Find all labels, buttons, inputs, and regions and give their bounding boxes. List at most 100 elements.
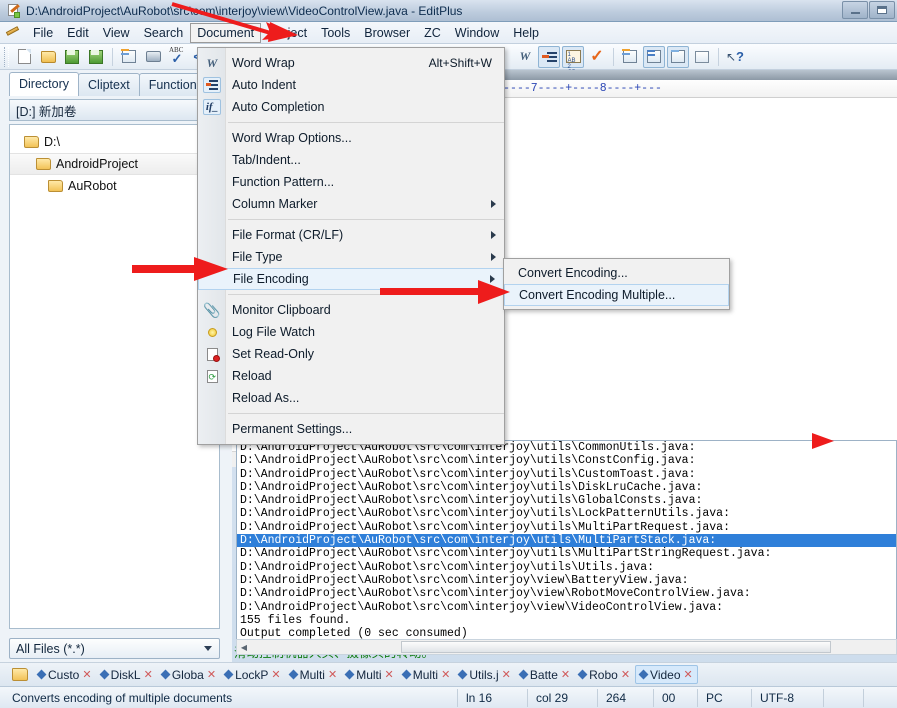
minimize-button[interactable] [842, 1, 868, 19]
close-icon[interactable]: ✕ [144, 668, 153, 681]
user-tools-icon[interactable] [643, 45, 665, 68]
output-line-selected[interactable]: D:\AndroidProject\AuRobot\src\com\interj… [237, 534, 896, 548]
output-line[interactable]: D:\AndroidProject\AuRobot\src\com\interj… [237, 521, 896, 534]
output-panel[interactable]: D:\AndroidProject\AuRobot\src\com\interj… [236, 440, 897, 640]
maximize-button[interactable] [869, 1, 895, 19]
file-tab-multipartrequest[interactable]: Multi ✕ [286, 665, 342, 684]
close-icon[interactable]: ✕ [271, 668, 280, 681]
menu-item-label: File Encoding [233, 272, 309, 286]
menu-tools[interactable]: Tools [314, 23, 357, 43]
output-scroll-thumb[interactable] [401, 641, 831, 653]
file-tab-globalconsts[interactable]: Globa ✕ [158, 665, 220, 684]
output-line[interactable]: D:\AndroidProject\AuRobot\src\com\interj… [237, 601, 896, 614]
save-all-icon[interactable] [85, 46, 107, 68]
status-spare-2 [863, 688, 897, 707]
preview-icon[interactable] [667, 45, 689, 68]
menu-item-set-read-only[interactable]: Set Read-Only [198, 343, 504, 365]
file-tab-disklrucache[interactable]: DiskL ✕ [97, 665, 157, 684]
submenu-item-convert-encoding-multiple[interactable]: Convert Encoding Multiple... [504, 284, 729, 306]
tree-item-aurobot[interactable]: AuRobot [10, 175, 219, 197]
menu-item-column-marker[interactable]: Column Marker [198, 193, 504, 215]
file-tab-lockpatternutils[interactable]: LockP ✕ [221, 665, 285, 684]
menu-item-function-pattern[interactable]: Function Pattern... [198, 171, 504, 193]
new-file-icon[interactable] [13, 46, 35, 68]
drive-selector[interactable]: [D:] 新加卷 [9, 99, 220, 121]
file-tab-batteryview[interactable]: Batte ✕ [516, 665, 574, 684]
menu-window[interactable]: Window [448, 23, 506, 43]
output-line[interactable]: D:\AndroidProject\AuRobot\src\com\interj… [237, 547, 896, 560]
document-selector-icon[interactable] [619, 46, 641, 68]
close-icon[interactable]: ✕ [385, 668, 394, 681]
menu-item-tab-indent[interactable]: Tab/Indent... [198, 149, 504, 171]
file-tab-videocontrolview[interactable]: Video ✕ [635, 665, 698, 684]
close-icon[interactable]: ✕ [502, 668, 511, 681]
output-line[interactable]: D:\AndroidProject\AuRobot\src\com\interj… [237, 454, 896, 467]
tree-item-label: D:\ [44, 135, 60, 149]
file-tab-multipartstringrequest[interactable]: Multi ✕ [399, 665, 455, 684]
open-folder-icon[interactable] [37, 46, 59, 68]
close-icon[interactable]: ✕ [328, 668, 337, 681]
menu-file[interactable]: File [26, 23, 60, 43]
file-tab-label: DiskL [110, 667, 141, 682]
output-horizontal-scrollbar[interactable]: ◀ [236, 639, 897, 655]
chevron-down-icon [204, 646, 212, 651]
auto-indent-icon[interactable] [538, 45, 560, 68]
read-only-icon [203, 346, 221, 362]
menu-help[interactable]: Help [506, 23, 546, 43]
output-scroll-left-arrow[interactable]: ◀ [237, 640, 251, 654]
tab-directory[interactable]: Directory [9, 72, 80, 96]
file-tab-utils[interactable]: Utils.j ✕ [455, 665, 515, 684]
word-wrap-icon[interactable]: W [514, 46, 536, 68]
menu-zc[interactable]: ZC [417, 23, 448, 43]
context-help-icon[interactable]: ↖? [724, 46, 746, 68]
menu-item-reload-as[interactable]: Reload As... [198, 387, 504, 409]
output-line[interactable]: D:\AndroidProject\AuRobot\src\com\interj… [237, 468, 896, 481]
menu-item-auto-indent[interactable]: Auto Indent [198, 74, 504, 96]
status-column: col 29 [527, 688, 597, 707]
menu-item-label: Word Wrap Options... [232, 131, 352, 145]
close-icon[interactable]: ✕ [441, 668, 450, 681]
menu-item-reload[interactable]: ⟳ Reload [198, 365, 504, 387]
output-line[interactable]: D:\AndroidProject\AuRobot\src\com\interj… [237, 481, 896, 494]
close-icon[interactable]: ✕ [621, 668, 630, 681]
file-tab-label: LockP [235, 667, 269, 682]
line-number-icon[interactable]: 1 AB2 CD [562, 45, 584, 76]
menu-item-file-type[interactable]: File Type [198, 246, 504, 268]
menu-item-word-wrap[interactable]: W Word Wrap Alt+Shift+W [198, 52, 504, 74]
close-icon[interactable]: ✕ [561, 668, 570, 681]
menu-item-log-file-watch[interactable]: Log File Watch [198, 321, 504, 343]
file-tab-robotmovecontrolview[interactable]: Robo ✕ [575, 665, 634, 684]
menu-view[interactable]: View [96, 23, 137, 43]
output-line[interactable]: D:\AndroidProject\AuRobot\src\com\interj… [237, 574, 896, 587]
file-tab-multipartstack[interactable]: Multi ✕ [342, 665, 398, 684]
tab-cliptext[interactable]: Cliptext [78, 73, 140, 96]
tree-item-d-drive[interactable]: D:\ [10, 131, 219, 153]
file-filter-combobox[interactable]: All Files (*.*) [9, 638, 220, 659]
toolbar-grip[interactable] [4, 46, 9, 67]
menu-item-file-format[interactable]: File Format (CR/LF) [198, 224, 504, 246]
close-icon[interactable]: ✕ [82, 668, 91, 681]
submenu-item-convert-encoding[interactable]: Convert Encoding... [504, 262, 729, 284]
output-line[interactable]: D:\AndroidProject\AuRobot\src\com\interj… [237, 587, 896, 600]
output-line[interactable]: D:\AndroidProject\AuRobot\src\com\interj… [237, 507, 896, 520]
file-tab-customtoast[interactable]: Custo ✕ [34, 665, 96, 684]
check-icon[interactable]: ✓ [586, 46, 608, 68]
menu-edit[interactable]: Edit [60, 23, 96, 43]
output-line[interactable]: D:\AndroidProject\AuRobot\src\com\interj… [237, 494, 896, 507]
close-icon[interactable]: ✕ [684, 668, 693, 681]
close-icon[interactable]: ✕ [207, 668, 216, 681]
output-line[interactable]: D:\AndroidProject\AuRobot\src\com\interj… [237, 561, 896, 574]
print-icon[interactable] [142, 46, 164, 68]
folder-icon[interactable] [12, 668, 28, 681]
menu-separator [228, 413, 504, 414]
menu-item-word-wrap-options[interactable]: Word Wrap Options... [198, 127, 504, 149]
menu-separator [228, 219, 504, 220]
save-icon[interactable] [61, 46, 83, 68]
tree-item-androidproject[interactable]: AndroidProject [10, 153, 219, 175]
spellcheck-icon[interactable]: ABC ✓ [166, 46, 188, 68]
external-window-icon[interactable] [691, 46, 713, 68]
print-preview-icon[interactable] [118, 46, 140, 68]
menu-item-permanent-settings[interactable]: Permanent Settings... [198, 418, 504, 440]
menu-browser[interactable]: Browser [357, 23, 417, 43]
menu-item-auto-completion[interactable]: if_ Auto Completion [198, 96, 504, 118]
